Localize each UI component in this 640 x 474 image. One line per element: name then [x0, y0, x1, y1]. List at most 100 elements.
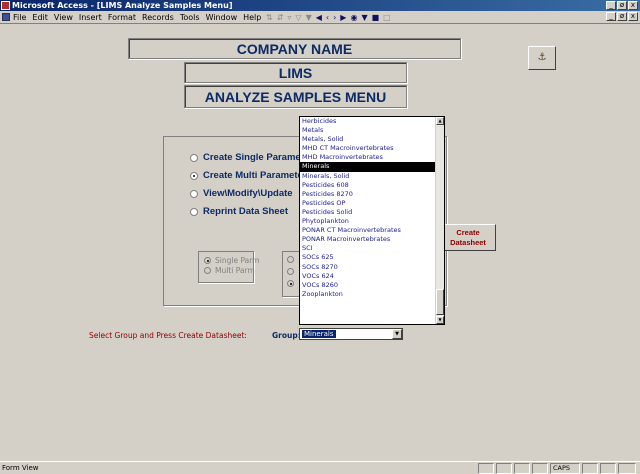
apply-filter-icon[interactable]: ▼ — [306, 12, 312, 23]
menu-edit[interactable]: Edit — [32, 11, 48, 24]
group-dropdown-list[interactable]: Herbicides Metals Metals, Solid MHD CT Macr… — [299, 116, 445, 325]
status-bar: Form View CAPS — [0, 461, 640, 474]
status-panel-1 — [478, 463, 494, 474]
menu-tools[interactable]: Tools — [180, 11, 200, 24]
secondary-option-3[interactable] — [287, 280, 294, 287]
doc-minimize-button[interactable]: _ — [606, 12, 616, 21]
new-object-icon[interactable]: ▼ — [361, 12, 367, 23]
dropdown-item[interactable]: SOCs 625 — [300, 253, 436, 262]
dropdown-item[interactable]: Phytoplankton — [300, 217, 436, 226]
dropdown-item[interactable]: PONAR CT Macroinvertebrates — [300, 226, 436, 235]
menu-insert[interactable]: Insert — [79, 11, 102, 24]
sort-descending-icon[interactable]: ⇵ — [277, 12, 284, 23]
option-view-modify-label: View\Modify\Update — [203, 188, 293, 199]
scroll-down-icon[interactable]: ▼ — [436, 316, 444, 324]
sort-ascending-icon[interactable]: ⇅ — [266, 12, 273, 23]
minimize-button[interactable]: _ — [606, 1, 616, 10]
radio-reprint[interactable] — [190, 207, 198, 216]
previous-record-icon[interactable]: ‹ — [326, 12, 329, 23]
status-panel-4 — [532, 463, 548, 474]
window-title: Microsoft Access - [LIMS Analyze Samples… — [12, 1, 233, 10]
secondary-option-2[interactable] — [287, 268, 294, 275]
dropdown-item[interactable]: MHD CT Macroinvertebrates — [300, 144, 436, 153]
dropdown-item[interactable]: Pesticides Solid — [300, 208, 436, 217]
menu-bar: File Edit View Insert Format Records Too… — [0, 11, 640, 24]
group-label: Group: — [272, 331, 301, 340]
filter-by-selection-icon[interactable]: ▿ — [287, 12, 291, 23]
dropdown-item[interactable]: PONAR Macroinvertebrates — [300, 235, 436, 244]
option-multi-parm[interactable]: Multi Parm — [204, 266, 255, 275]
dropdown-item[interactable]: Pesticides 8270 — [300, 190, 436, 199]
menu-help[interactable]: Help — [243, 11, 261, 24]
database-window-icon[interactable]: ■ — [372, 12, 380, 23]
menu-view[interactable]: View — [54, 11, 73, 24]
dropdown-item[interactable]: Pesticides OP — [300, 199, 436, 208]
menu-title-label: ANALYZE SAMPLES MENU — [184, 85, 407, 108]
option-create-single-label: Create Single Parameter — [203, 152, 313, 163]
lims-label: LIMS — [184, 62, 407, 83]
radio-secondary-2[interactable] — [287, 268, 294, 275]
instruction-label: Select Group and Press Create Datasheet: — [89, 331, 247, 340]
create-datasheet-line1: Create — [456, 228, 480, 237]
radio-view-modify[interactable] — [190, 189, 198, 198]
doc-close-button[interactable]: x — [628, 12, 638, 21]
scroll-up-icon[interactable]: ▲ — [436, 117, 444, 125]
create-datasheet-line2: Datasheet — [450, 238, 486, 247]
next-record-icon[interactable]: › — [333, 12, 336, 23]
status-text: Form View — [2, 464, 39, 472]
properties-icon[interactable]: □ — [383, 12, 391, 23]
option-reprint[interactable]: Reprint Data Sheet — [190, 206, 288, 217]
dropdown-item[interactable]: Metals, Solid — [300, 135, 436, 144]
dropdown-item[interactable]: VOCs 624 — [300, 272, 436, 281]
option-multi-parm-label: Multi Parm — [215, 266, 255, 275]
menu-file[interactable]: File — [13, 11, 26, 24]
dropdown-scrollbar[interactable]: ▲ ▼ — [435, 117, 444, 324]
option-create-multi[interactable]: Create Multi Parameter — [190, 170, 306, 181]
radio-multi-parm[interactable] — [204, 267, 211, 274]
radio-secondary-1[interactable] — [287, 256, 294, 263]
restore-button[interactable]: ø — [617, 1, 627, 10]
dropdown-item[interactable]: Minerals — [300, 162, 436, 172]
dropdown-item[interactable]: Herbicides — [300, 117, 436, 126]
company-name-label: COMPANY NAME — [128, 38, 461, 59]
dropdown-item[interactable]: Pesticides 608 — [300, 181, 436, 190]
radio-create-single[interactable] — [190, 153, 198, 162]
dropdown-items: Herbicides Metals Metals, Solid MHD CT Macr… — [300, 117, 436, 299]
dropdown-item[interactable]: Metals — [300, 126, 436, 135]
status-panel-2 — [496, 463, 512, 474]
filter-by-form-icon[interactable]: ▽ — [295, 12, 301, 23]
group-combobox[interactable]: Minerals ▼ — [299, 328, 403, 340]
form-document-icon[interactable] — [2, 13, 10, 21]
dropdown-item[interactable]: SOCs 8270 — [300, 263, 436, 272]
secondary-option-1[interactable] — [287, 256, 294, 263]
dropdown-item[interactable]: MHD Macroinvertebrates — [300, 153, 436, 162]
menu-records[interactable]: Records — [142, 11, 174, 24]
first-record-icon[interactable]: ◀ — [316, 12, 322, 23]
create-datasheet-button[interactable]: Create Datasheet — [440, 224, 496, 251]
dropdown-item[interactable]: Zooplankton — [300, 290, 436, 299]
menu-window[interactable]: Window — [206, 11, 238, 24]
status-panel-6 — [582, 463, 598, 474]
status-panel-3 — [514, 463, 530, 474]
close-button[interactable]: x — [628, 1, 638, 10]
radio-single-parm[interactable] — [204, 257, 211, 264]
dropdown-item[interactable]: VOCs 8260 — [300, 281, 436, 290]
status-panel-8 — [618, 463, 636, 474]
combobox-arrow-icon[interactable]: ▼ — [392, 329, 402, 339]
caps-indicator: CAPS — [550, 463, 580, 474]
option-view-modify[interactable]: View\Modify\Update — [190, 188, 293, 199]
dropdown-item[interactable]: Minerals, Solid — [300, 172, 436, 181]
option-single-parm[interactable]: Single Parm — [204, 256, 259, 265]
menu-format[interactable]: Format — [108, 11, 136, 24]
find-icon[interactable]: ◉ — [350, 12, 357, 23]
last-record-icon[interactable]: ▶ — [340, 12, 346, 23]
access-app-icon[interactable] — [1, 1, 10, 10]
scroll-thumb[interactable] — [436, 289, 444, 315]
doc-restore-button[interactable]: ø — [617, 12, 627, 21]
exit-button[interactable]: ⚓ — [528, 46, 556, 70]
dropdown-item[interactable]: SCI — [300, 244, 436, 253]
option-create-single[interactable]: Create Single Parameter — [190, 152, 313, 163]
radio-create-multi[interactable] — [190, 171, 198, 180]
radio-secondary-3[interactable] — [287, 280, 294, 287]
title-bar: Microsoft Access - [LIMS Analyze Samples… — [0, 0, 640, 11]
